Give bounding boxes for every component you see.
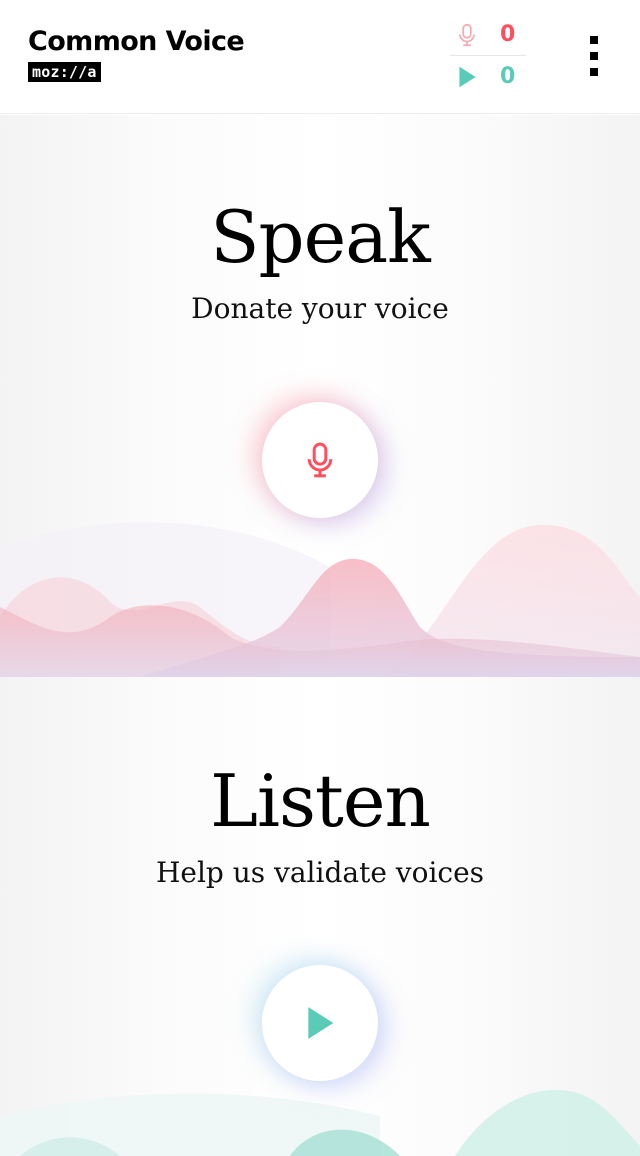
mozilla-logo: moz://a <box>28 62 101 82</box>
microphone-icon <box>459 23 475 47</box>
contribution-stats: 0 0 <box>448 18 528 92</box>
speak-subtitle: Donate your voice <box>191 292 449 325</box>
validated-count: 0 <box>500 64 516 89</box>
stats-divider <box>450 55 526 56</box>
kebab-menu-icon[interactable] <box>580 34 608 78</box>
listen-subtitle: Help us validate voices <box>155 856 485 889</box>
play-button[interactable] <box>262 965 378 1081</box>
brand-logo[interactable]: Common Voice moz://a <box>28 26 245 82</box>
record-button[interactable] <box>262 402 378 518</box>
speak-title: Speak <box>210 195 431 279</box>
listen-title: Listen <box>210 759 431 843</box>
brand-title: Common Voice <box>28 26 245 57</box>
speak-waves <box>0 522 640 677</box>
speak-section[interactable]: Speak Donate your voice <box>0 115 640 677</box>
recorded-count: 0 <box>500 22 516 47</box>
listen-waves <box>0 1089 640 1156</box>
microphone-icon <box>307 442 333 478</box>
listen-section[interactable]: Listen Help us validate voices <box>0 677 640 1156</box>
play-icon <box>308 1007 334 1039</box>
validated-stat: 0 <box>448 62 528 92</box>
app-header: Common Voice moz://a 0 0 <box>0 0 640 114</box>
recorded-stat: 0 <box>448 20 528 50</box>
play-icon <box>459 66 476 88</box>
